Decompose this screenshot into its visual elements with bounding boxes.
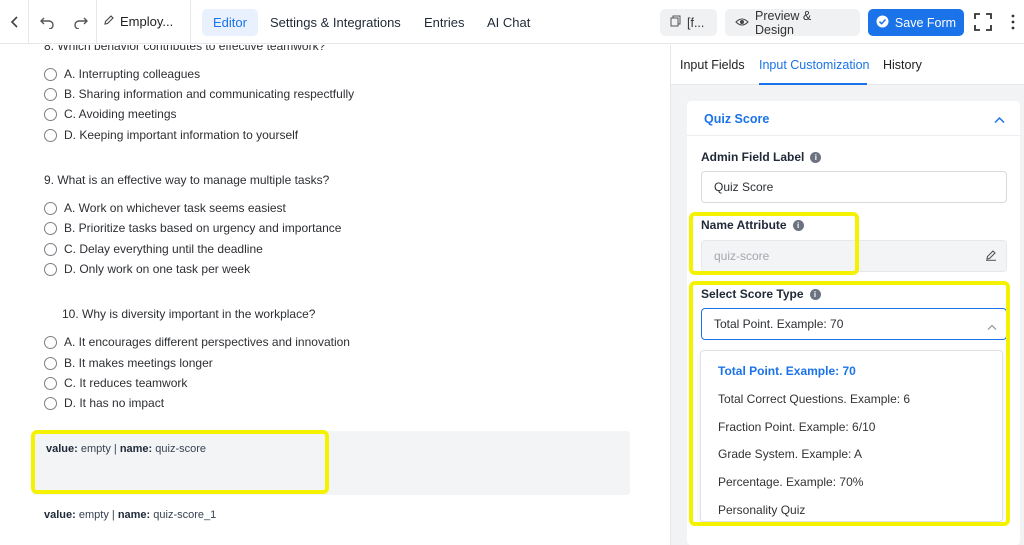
more-icon[interactable]: [1000, 9, 1024, 35]
highlight-annotation: [31, 430, 329, 494]
tab-input-fields[interactable]: Input Fields: [680, 58, 745, 72]
tab-history[interactable]: History: [883, 58, 922, 72]
radio-option[interactable]: B. Sharing information and communicating…: [44, 86, 354, 102]
edit-icon: [103, 14, 115, 29]
quiz-score-1-field-line[interactable]: value: empty | name: quiz-score_1: [44, 509, 216, 521]
tab-editor[interactable]: Editor: [202, 9, 258, 36]
radio-option[interactable]: A. It encourages different perspectives …: [44, 334, 350, 350]
tab-ai-chat[interactable]: AI Chat: [476, 9, 541, 36]
highlight-annotation: [689, 212, 859, 275]
top-toolbar: Employ... Editor Settings & Integrations…: [0, 0, 1024, 44]
radio-option[interactable]: D. Keeping important information to your…: [44, 127, 298, 143]
eye-icon: [735, 16, 749, 30]
radio-option[interactable]: A. Work on whichever task seems easiest: [44, 200, 286, 216]
radio-button[interactable]: [44, 87, 57, 101]
radio-button[interactable]: [44, 335, 57, 349]
highlight-annotation: [689, 281, 1010, 526]
redo-icon[interactable]: [68, 9, 94, 35]
shortcode-text: [f...: [687, 15, 705, 30]
radio-button[interactable]: [44, 128, 57, 142]
info-icon: i: [810, 151, 822, 163]
radio-button[interactable]: [44, 201, 57, 215]
section-header[interactable]: Quiz Score: [687, 101, 1020, 136]
admin-field-label-heading: Admin Field Label i: [701, 150, 822, 164]
radio-button[interactable]: [44, 396, 57, 410]
radio-button[interactable]: [44, 242, 57, 256]
admin-field-label-input[interactable]: Quiz Score: [701, 171, 1007, 203]
preview-design-button[interactable]: Preview & Design: [725, 8, 860, 37]
radio-button[interactable]: [44, 67, 57, 81]
question-title: 9. What is an effective way to manage mu…: [44, 173, 330, 187]
chevron-left-icon[interactable]: [2, 9, 28, 35]
tab-entries[interactable]: Entries: [413, 9, 475, 36]
question-title: 10. Why is diversity important in the wo…: [62, 307, 316, 321]
radio-option[interactable]: B. Prioritize tasks based on urgency and…: [44, 220, 341, 236]
section-title: Quiz Score: [704, 112, 770, 126]
radio-option[interactable]: D. Only work on one task per week: [44, 261, 250, 277]
radio-option[interactable]: D. It has no impact: [44, 395, 164, 411]
radio-button[interactable]: [44, 262, 57, 276]
tab-input-customization[interactable]: Input Customization: [759, 58, 869, 72]
form-title-text: Employ...: [120, 14, 174, 29]
radio-button[interactable]: [44, 107, 57, 121]
radio-button[interactable]: [44, 356, 57, 370]
radio-option[interactable]: C. It reduces teamwork: [44, 375, 187, 391]
chevron-up-icon[interactable]: [994, 113, 1005, 127]
save-form-button[interactable]: Save Form: [868, 9, 964, 36]
radio-option[interactable]: B. It makes meetings longer: [44, 355, 213, 371]
preview-design-label: Preview & Design: [755, 8, 812, 37]
radio-button[interactable]: [44, 221, 57, 235]
fullscreen-icon[interactable]: [970, 9, 996, 35]
panel-tabs: Input Fields Input Customization History: [671, 45, 1024, 85]
question-title: 8. Which behavior contributes to effecti…: [44, 45, 326, 53]
radio-button[interactable]: [44, 376, 57, 390]
radio-option[interactable]: A. Interrupting colleagues: [44, 66, 200, 82]
check-circle-icon: [876, 15, 889, 31]
active-tab-indicator: [759, 83, 867, 85]
radio-option[interactable]: C. Avoiding meetings: [44, 106, 177, 122]
shortcode-button[interactable]: [f...: [660, 9, 717, 36]
undo-icon[interactable]: [34, 9, 60, 35]
copy-icon: [670, 15, 681, 30]
radio-option[interactable]: C. Delay everything until the deadline: [44, 241, 263, 257]
save-form-label: Save Form: [894, 15, 957, 30]
form-title[interactable]: Employ...: [103, 14, 173, 29]
edit-icon[interactable]: [985, 249, 997, 264]
tab-settings-integrations[interactable]: Settings & Integrations: [259, 9, 412, 36]
